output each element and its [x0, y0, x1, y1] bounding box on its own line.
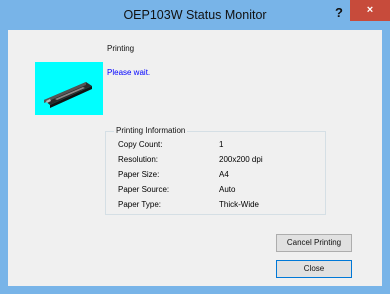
group-legend: Printing Information: [114, 126, 188, 135]
info-label: Paper Type:: [118, 200, 161, 209]
window-frame-bottom: [0, 286, 390, 294]
info-label: Paper Size:: [118, 170, 160, 179]
status-heading: Printing: [107, 44, 135, 53]
status-monitor-window: OEP103W Status Monitor ? × Printing Plea…: [0, 0, 390, 294]
info-value: Thick-Wide: [219, 200, 260, 209]
printing-information-group: Printing Information Copy Count: 1 Resol…: [105, 126, 326, 215]
help-button[interactable]: ?: [327, 3, 351, 23]
cancel-printing-button[interactable]: Cancel Printing: [276, 234, 352, 252]
window-frame-right: [382, 30, 390, 294]
dialog-client-area: Printing Please wait. Printing Informati…: [8, 30, 382, 286]
info-label: Resolution:: [118, 155, 159, 164]
printer-image-panel: [35, 62, 103, 115]
close-button[interactable]: Close: [276, 260, 352, 278]
info-value: A4: [219, 170, 229, 179]
window-frame-left: [0, 30, 8, 294]
info-label: Copy Count:: [118, 140, 163, 149]
mobile-printer-icon: [44, 82, 92, 108]
info-value: Auto: [219, 185, 236, 194]
info-label: Paper Source:: [118, 185, 170, 194]
title-bar[interactable]: OEP103W Status Monitor ? ×: [0, 0, 390, 30]
status-message: Please wait.: [107, 68, 151, 77]
info-value: 1: [219, 140, 224, 149]
info-value: 200x200 dpi: [219, 155, 263, 164]
window-close-button[interactable]: ×: [350, 0, 390, 21]
